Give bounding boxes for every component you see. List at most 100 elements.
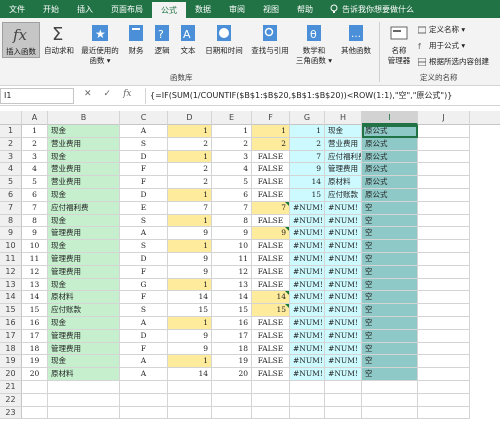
cell-J11[interactable]	[418, 253, 470, 266]
cell-C17[interactable]: D	[120, 329, 168, 343]
cell-I18[interactable]: 空	[362, 342, 418, 356]
cell-A18[interactable]: 18	[22, 342, 48, 356]
cell-C8[interactable]: S	[120, 214, 168, 228]
select-all-corner[interactable]	[0, 111, 22, 125]
cell-D14[interactable]: 14	[168, 291, 212, 305]
cell-G9[interactable]: #NUM!	[290, 227, 325, 241]
cell-J7[interactable]	[418, 201, 470, 215]
cell-J6[interactable]	[418, 189, 470, 202]
cell-D3[interactable]: 1	[168, 150, 212, 164]
cell-B7[interactable]: 应付福利费	[48, 201, 120, 215]
cell-A1[interactable]: 1	[22, 125, 48, 138]
name-box[interactable]: I1	[0, 88, 74, 104]
column-header-H[interactable]: H	[325, 111, 362, 125]
cell-C1[interactable]: A	[120, 125, 168, 138]
use-in-formula-button[interactable]: f 用于公式 ▾	[418, 40, 465, 51]
text-button[interactable]: A 文本	[176, 22, 200, 56]
cell-B20[interactable]: 原材料	[48, 368, 120, 381]
cell-C3[interactable]: D	[120, 150, 168, 164]
cell-F11[interactable]: FALSE	[252, 253, 290, 266]
cell-C14[interactable]: F	[120, 291, 168, 305]
row-header[interactable]: 17	[0, 329, 22, 343]
cell-C7[interactable]: E	[120, 201, 168, 215]
cell-A11[interactable]: 11	[22, 253, 48, 266]
row-header[interactable]: 18	[0, 342, 22, 356]
cell-G2[interactable]: 2	[290, 137, 325, 151]
cell-C20[interactable]: A	[120, 368, 168, 381]
cell-E7[interactable]: 7	[212, 201, 252, 215]
cell-J2[interactable]	[418, 137, 470, 151]
cell-G15[interactable]: #NUM!	[290, 304, 325, 317]
cell-H3[interactable]: 应付福利费	[325, 150, 362, 164]
math-button[interactable]: θ 数学和 三角函数 ▾	[294, 22, 334, 66]
cell-D2[interactable]: 2	[168, 137, 212, 151]
cell-H13[interactable]: #NUM!	[325, 278, 362, 292]
cell-F9[interactable]: 9	[252, 227, 290, 241]
formula-input[interactable]: {=IF(SUM(1/COUNTIF($B$1:$B$20,$B$1:$B$20…	[145, 88, 500, 104]
cell-E1[interactable]: 1	[212, 125, 252, 138]
cell-J3[interactable]	[418, 150, 470, 164]
cell-F7[interactable]: 7	[252, 201, 290, 215]
cell-E15[interactable]: 15	[212, 304, 252, 317]
row-header[interactable]: 20	[0, 368, 22, 381]
cell-I4[interactable]: 原公式	[362, 163, 418, 177]
cell-I15[interactable]: 空	[362, 304, 418, 317]
cell-J1[interactable]	[418, 125, 470, 138]
cell-H7[interactable]: #NUM!	[325, 201, 362, 215]
cell-C10[interactable]: S	[120, 240, 168, 253]
cell-J8[interactable]	[418, 214, 470, 228]
cell-H22[interactable]	[325, 393, 362, 407]
cell-F5[interactable]: FALSE	[252, 176, 290, 189]
cell-B16[interactable]: 现金	[48, 317, 120, 330]
cell-F22[interactable]	[252, 393, 290, 407]
cell-B3[interactable]: 现金	[48, 150, 120, 164]
cell-F10[interactable]: FALSE	[252, 240, 290, 253]
cell-C15[interactable]: S	[120, 304, 168, 317]
cell-C5[interactable]: F	[120, 176, 168, 189]
cell-B8[interactable]: 现金	[48, 214, 120, 228]
cell-A4[interactable]: 4	[22, 163, 48, 177]
cell-E6[interactable]: 6	[212, 189, 252, 202]
row-header[interactable]: 5	[0, 176, 22, 189]
column-header-J[interactable]: J	[418, 111, 470, 125]
cell-H20[interactable]: #NUM!	[325, 368, 362, 381]
cell-F17[interactable]: FALSE	[252, 329, 290, 343]
cell-E16[interactable]: 16	[212, 317, 252, 330]
cell-E11[interactable]: 11	[212, 253, 252, 266]
cell-D8[interactable]: 1	[168, 214, 212, 228]
cell-A16[interactable]: 16	[22, 317, 48, 330]
cell-A7[interactable]: 7	[22, 201, 48, 215]
cell-E2[interactable]: 2	[212, 137, 252, 151]
cell-J19[interactable]	[418, 355, 470, 369]
cell-I10[interactable]: 空	[362, 240, 418, 253]
datetime-button[interactable]: 日期和时间	[202, 22, 246, 56]
cell-A2[interactable]: 2	[22, 137, 48, 151]
row-header[interactable]: 10	[0, 240, 22, 253]
cell-C19[interactable]: A	[120, 355, 168, 369]
cell-C13[interactable]: G	[120, 278, 168, 292]
column-header-F[interactable]: F	[252, 111, 290, 125]
cell-J12[interactable]	[418, 265, 470, 279]
cell-H18[interactable]: #NUM!	[325, 342, 362, 356]
cell-G16[interactable]: #NUM!	[290, 317, 325, 330]
cell-I14[interactable]: 空	[362, 291, 418, 305]
lookup-button[interactable]: 查找与引用	[248, 22, 292, 56]
cell-C18[interactable]: F	[120, 342, 168, 356]
cell-C9[interactable]: A	[120, 227, 168, 241]
cell-G3[interactable]: 7	[290, 150, 325, 164]
tab-8[interactable]: 帮助	[288, 0, 322, 18]
cell-H23[interactable]	[325, 406, 362, 420]
cell-B19[interactable]: 现金	[48, 355, 120, 369]
cell-A6[interactable]: 6	[22, 189, 48, 202]
cell-E5[interactable]: 5	[212, 176, 252, 189]
cell-J10[interactable]	[418, 240, 470, 253]
row-header[interactable]: 9	[0, 227, 22, 241]
cell-H5[interactable]: 原材料	[325, 176, 362, 189]
cell-H6[interactable]: 应付账款	[325, 189, 362, 202]
cell-F15[interactable]: 15	[252, 304, 290, 317]
cell-H15[interactable]: #NUM!	[325, 304, 362, 317]
cell-C16[interactable]: A	[120, 317, 168, 330]
cell-F20[interactable]: FALSE	[252, 368, 290, 381]
cell-E3[interactable]: 3	[212, 150, 252, 164]
cell-J5[interactable]	[418, 176, 470, 189]
